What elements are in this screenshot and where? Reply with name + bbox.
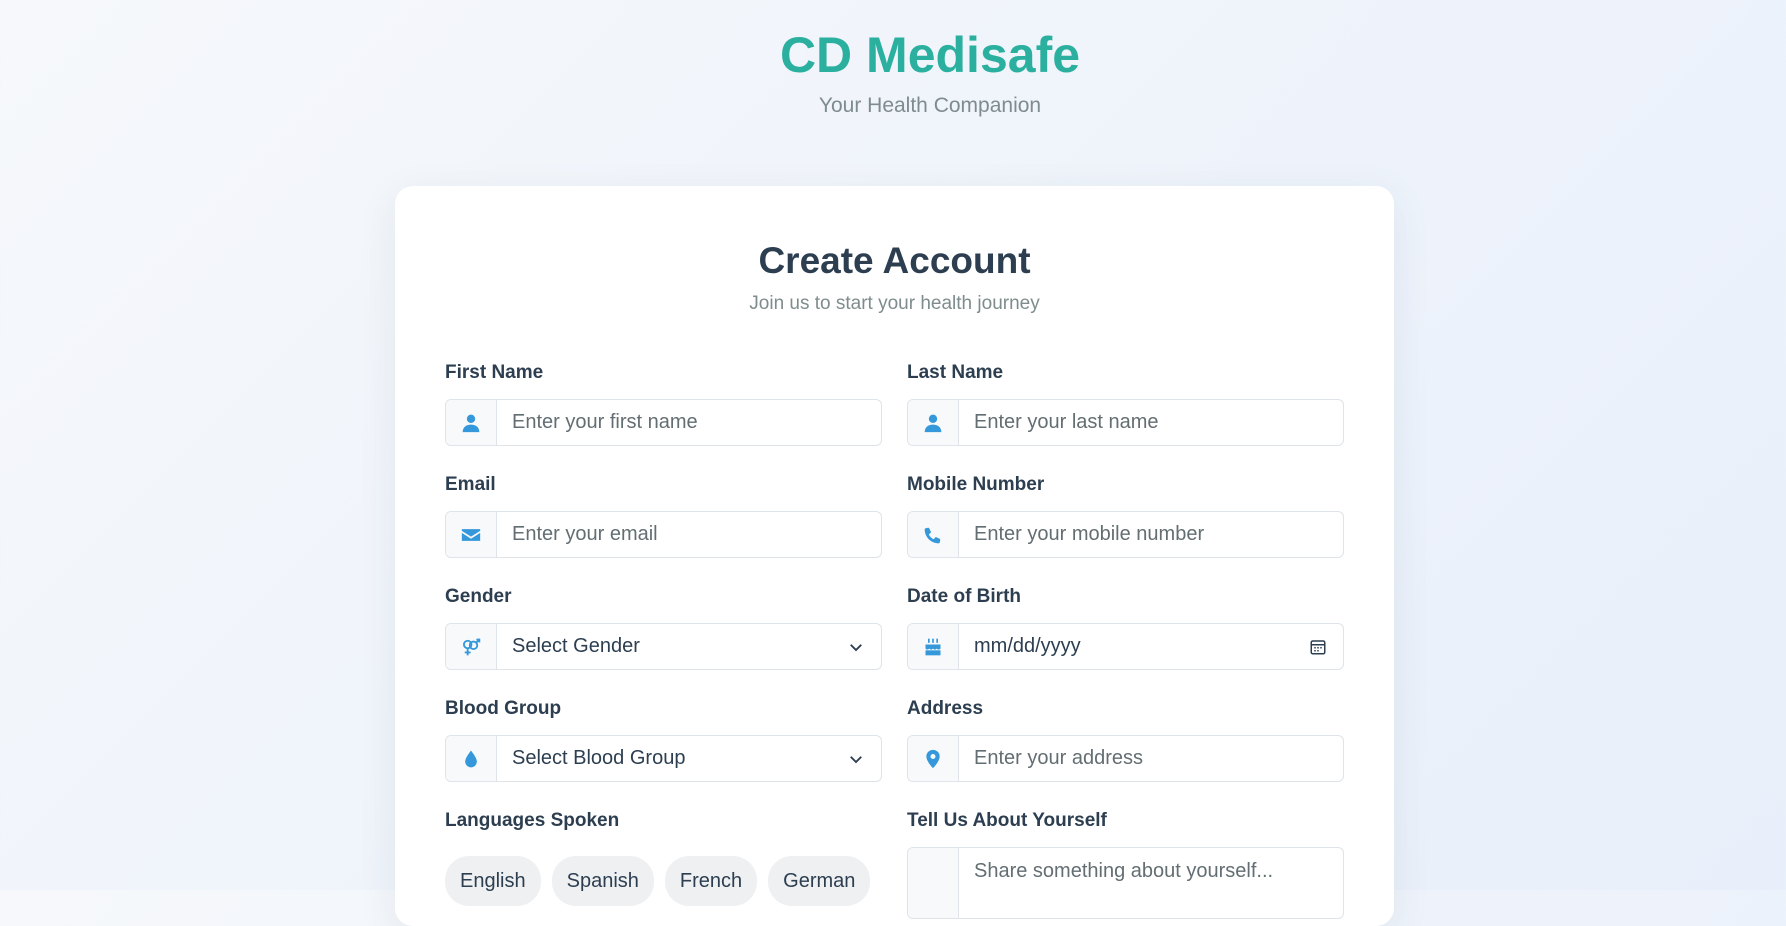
mobile-placeholder: Enter your mobile number xyxy=(974,523,1205,545)
gender-field: Gender Select Gender xyxy=(445,586,882,670)
about-label: Tell Us About Yourself xyxy=(907,810,1107,831)
user-icon xyxy=(908,400,959,445)
mobile-input[interactable]: Enter your mobile number xyxy=(907,511,1344,558)
dob-label: Date of Birth xyxy=(907,586,1021,607)
address-placeholder: Enter your address xyxy=(974,747,1143,769)
address-input[interactable]: Enter your address xyxy=(907,735,1344,782)
language-chip-german[interactable]: German xyxy=(768,856,871,906)
language-chip-spanish[interactable]: Spanish xyxy=(551,856,654,906)
brand-title: CD Medisafe xyxy=(779,27,1081,83)
about-icon-cell xyxy=(908,848,959,918)
map-pin-icon xyxy=(908,736,959,781)
last-name-placeholder: Enter your last name xyxy=(974,411,1159,433)
blood-group-field: Blood Group Select Blood Group xyxy=(445,698,882,782)
about-placeholder: Share something about yourself... xyxy=(974,860,1274,882)
about-field: Tell Us About Yourself Share something a… xyxy=(907,810,1344,919)
dob-field: Date of Birth mm/dd/yyyy xyxy=(907,586,1344,670)
first-name-label: First Name xyxy=(445,362,544,383)
blood-group-label: Blood Group xyxy=(445,698,562,719)
email-field: Email Enter your email xyxy=(445,474,882,558)
mobile-label: Mobile Number xyxy=(907,474,1045,495)
form-subtitle: Join us to start your health journey xyxy=(749,293,1040,314)
user-icon xyxy=(446,400,497,445)
address-field: Address Enter your address xyxy=(907,698,1344,782)
about-textarea[interactable]: Share something about yourself... xyxy=(907,847,1344,919)
language-chip-french[interactable]: French xyxy=(664,856,758,906)
language-chip-english[interactable]: English xyxy=(445,856,541,906)
brand-header: CD Medisafe Your Health Companion xyxy=(0,22,1786,118)
blood-drop-icon xyxy=(446,736,497,781)
last-name-field: Last Name Enter your last name xyxy=(907,362,1344,446)
chevron-down-icon xyxy=(831,624,881,669)
birthday-cake-icon xyxy=(908,624,959,669)
first-name-placeholder: Enter your first name xyxy=(512,411,698,433)
mobile-field: Mobile Number Enter your mobile number xyxy=(907,474,1344,558)
email-label: Email xyxy=(445,474,496,495)
blood-group-select[interactable]: Select Blood Group xyxy=(445,735,882,782)
languages-options: English Spanish French German xyxy=(445,856,871,906)
chevron-down-icon xyxy=(831,736,881,781)
dob-placeholder: mm/dd/yyyy xyxy=(974,635,1081,657)
calendar-icon[interactable] xyxy=(1293,624,1343,669)
gender-icon xyxy=(446,624,497,669)
email-placeholder: Enter your email xyxy=(512,523,658,545)
phone-icon xyxy=(908,512,959,557)
languages-label: Languages Spoken xyxy=(445,810,620,831)
gender-selected: Select Gender xyxy=(512,635,640,657)
blood-group-selected: Select Blood Group xyxy=(512,747,686,769)
last-name-label: Last Name xyxy=(907,362,1004,383)
gender-select[interactable]: Select Gender xyxy=(445,623,882,670)
form-title: Create Account xyxy=(758,240,1031,281)
signup-card: Create Account Join us to start your hea… xyxy=(395,186,1394,926)
last-name-input[interactable]: Enter your last name xyxy=(907,399,1344,446)
first-name-input[interactable]: Enter your first name xyxy=(445,399,882,446)
languages-field: Languages Spoken xyxy=(445,810,882,834)
gender-label: Gender xyxy=(445,586,512,607)
email-input[interactable]: Enter your email xyxy=(445,511,882,558)
address-label: Address xyxy=(907,698,984,719)
brand-subtitle: Your Health Companion xyxy=(818,94,1042,117)
dob-input[interactable]: mm/dd/yyyy xyxy=(907,623,1344,670)
envelope-icon xyxy=(446,512,497,557)
first-name-field: First Name Enter your first name xyxy=(445,362,882,446)
